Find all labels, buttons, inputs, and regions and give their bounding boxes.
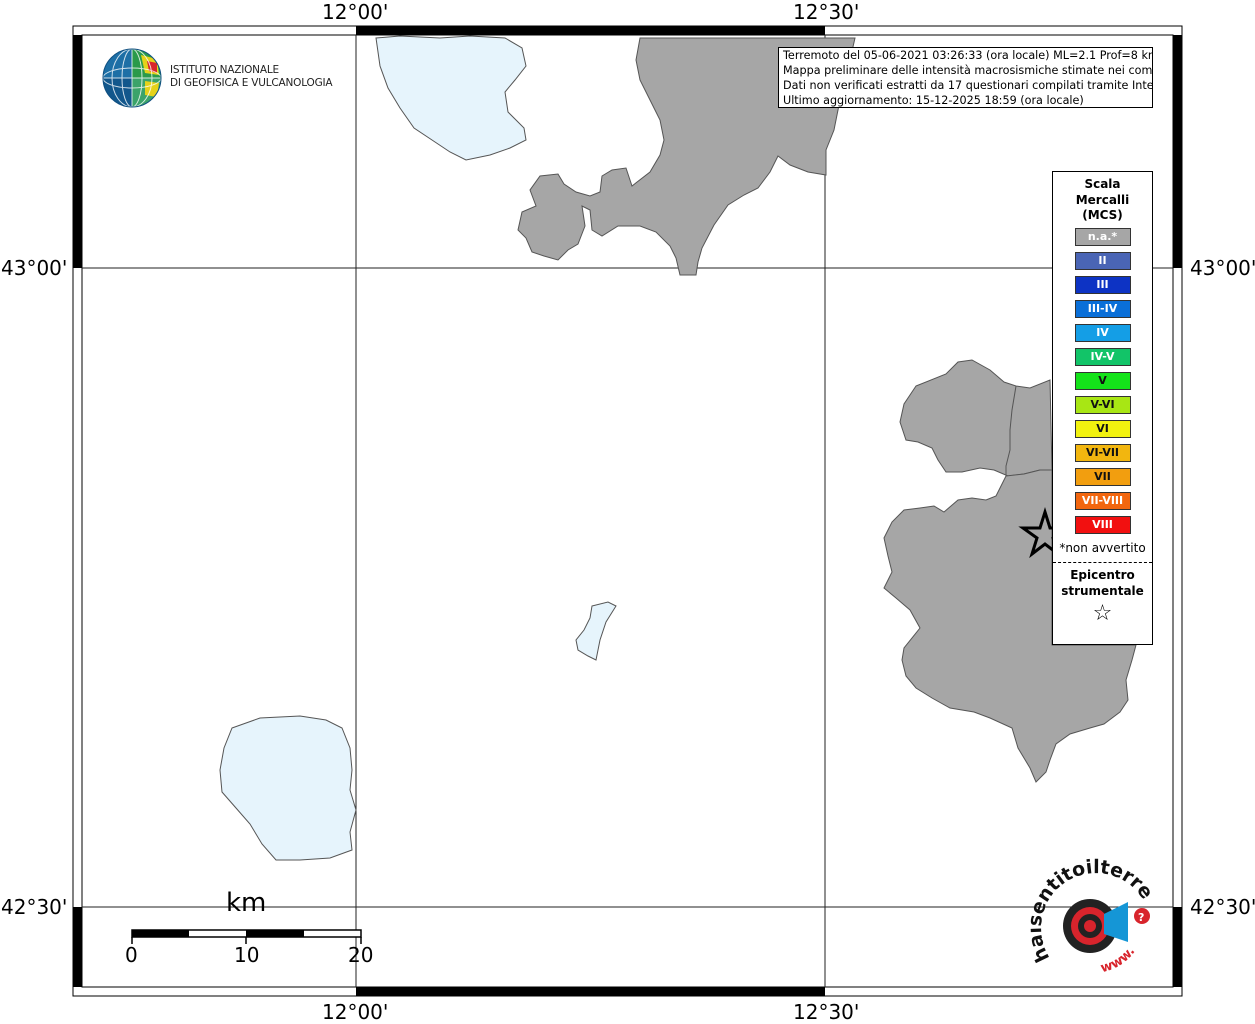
legend-item-vii: VII xyxy=(1074,467,1131,486)
legend-separator xyxy=(1053,561,1152,563)
legend-epicenter-line2: strumentale xyxy=(1061,583,1144,598)
legend-item-viii: VIII xyxy=(1074,515,1131,534)
hsit-logo-icon: haisentitoilterremoto.it www. ? xyxy=(1030,858,1157,976)
legend-item-iii: III xyxy=(1074,275,1131,294)
scale-tick-20: 20 xyxy=(348,943,374,967)
legend-title-line2: Mercalli xyxy=(1075,192,1130,207)
legend-epicenter-line1: Epicentro xyxy=(1070,567,1135,582)
lat-label-right-43-00: 43°00' xyxy=(1190,256,1255,280)
scale-tick-10: 10 xyxy=(234,943,260,967)
info-line-event: Terremoto del 05-06-2021 03:26:33 (ora l… xyxy=(783,49,1153,62)
scale-unit: km xyxy=(226,888,267,918)
legend-title-line3: (MCS) xyxy=(1082,208,1123,222)
legend-item-vii-viii: VII-VIII xyxy=(1074,491,1131,510)
info-line-description: Mappa preliminare delle intensità macros… xyxy=(783,64,1153,77)
legend-item-vi-vii: VI-VII xyxy=(1074,443,1131,462)
earthquake-info-box: Terremoto del 05-06-2021 03:26:33 (ora l… xyxy=(778,47,1153,108)
ingv-logo-text: ISTITUTO NAZIONALE DI GEOFISICA E VULCAN… xyxy=(170,64,333,90)
legend-title: Scala Mercalli (MCS) xyxy=(1053,177,1152,224)
scale-tick-0: 0 xyxy=(125,943,138,967)
legend-epicenter-label: Epicentro strumentale xyxy=(1053,567,1152,599)
legend-item-iii-iv: III-IV xyxy=(1074,299,1131,318)
mcs-legend: Scala Mercalli (MCS) n.a.* II III III-IV… xyxy=(1052,171,1153,645)
ingv-logo-line1: ISTITUTO NAZIONALE xyxy=(170,64,279,76)
legend-item-v-vi: V-VI xyxy=(1074,395,1131,414)
legend-note: *non avvertito xyxy=(1059,540,1146,555)
lon-label-top-12-30: 12°30' xyxy=(793,0,860,24)
lon-label-top-12-00: 12°00' xyxy=(322,0,389,24)
legend-item-ii: II xyxy=(1074,251,1131,270)
info-line-data-source: Dati non verificati estratti da 17 quest… xyxy=(783,79,1153,92)
legend-title-line1: Scala xyxy=(1084,177,1121,191)
info-line-last-update: Ultimo aggiornamento: 15-12-2025 18:59 (… xyxy=(783,94,1084,107)
ingv-logo-line2: DI GEOFISICA E VULCANOLOGIA xyxy=(170,77,333,89)
legend-item-v: V xyxy=(1074,371,1131,390)
legend-item-na: n.a.* xyxy=(1074,227,1131,246)
svg-text:?: ? xyxy=(1138,911,1144,924)
hsit-logo-text2: www. xyxy=(1099,944,1138,976)
lat-label-left-42-30: 42°30' xyxy=(1,895,68,919)
legend-star-icon: ☆ xyxy=(1092,600,1113,626)
lon-label-bottom-12-00: 12°00' xyxy=(322,1000,389,1024)
lon-label-bottom-12-30: 12°30' xyxy=(793,1000,860,1024)
ingv-globe-icon xyxy=(102,48,162,108)
legend-item-vi: VI xyxy=(1074,419,1131,438)
lat-label-right-42-30: 42°30' xyxy=(1190,895,1255,919)
legend-item-iv-v: IV-V xyxy=(1074,347,1131,366)
lat-label-left-43-00: 43°00' xyxy=(1,256,68,280)
legend-items: n.a.* II III III-IV IV IV-V V V-VI VI VI… xyxy=(1053,227,1152,534)
legend-item-iv: IV xyxy=(1074,323,1131,342)
